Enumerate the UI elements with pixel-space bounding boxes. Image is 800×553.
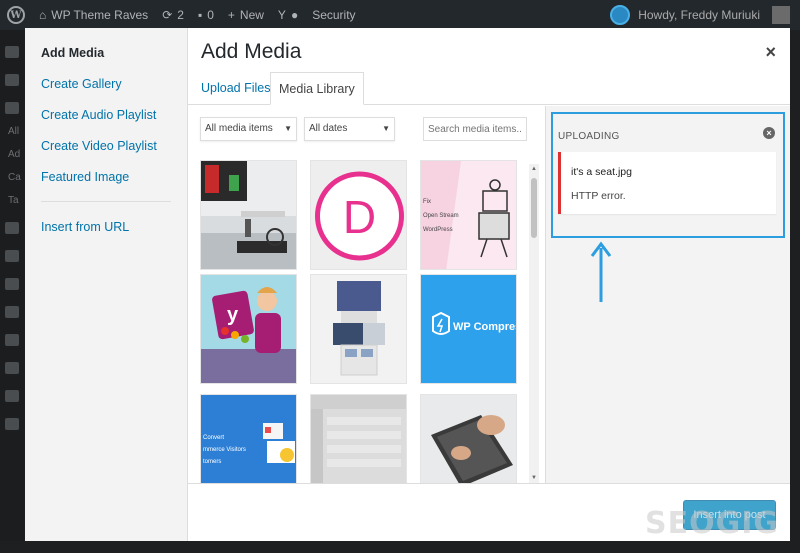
- date-filter-value: All dates: [309, 123, 348, 134]
- convert-visitors-graphic: Convert mmerce Visitors tomers: [201, 395, 296, 483]
- site-name-menu[interactable]: ⌂ WP Theme Raves: [32, 0, 155, 30]
- security-label: Security: [312, 8, 356, 22]
- scroll-down-icon[interactable]: ▼: [531, 475, 537, 481]
- desk-computer-photo: [201, 161, 296, 269]
- upload-error: it's a seat.jpg HTTP error.: [558, 152, 776, 214]
- mobile-screens-image: [311, 275, 406, 383]
- sidebar-text-add: Ad: [8, 149, 21, 160]
- attachments-toolbar: All media items ▼ All dates ▼: [188, 106, 545, 150]
- upload-error-message: HTTP error.: [571, 190, 626, 202]
- site-name: WP Theme Raves: [51, 8, 149, 22]
- divi-logo-image: D: [311, 161, 406, 269]
- attachment-thumbnail[interactable]: Fix Open Stream WordPress: [420, 160, 517, 270]
- modal-content: All media items ▼ All dates ▼ Search med…: [25, 28, 790, 541]
- updates-count: 2: [177, 8, 184, 22]
- chevron-down-icon: ▼: [382, 124, 390, 133]
- pages-icon: [5, 250, 19, 262]
- tools-icon: [5, 390, 19, 402]
- new-label: New: [239, 8, 264, 22]
- uploading-title: Uploading: [558, 131, 620, 142]
- sidebar-text-all: All: [8, 126, 20, 137]
- sidebar-text-categories: Ca: [8, 172, 21, 183]
- yoast-menu[interactable]: Y ●: [271, 0, 305, 30]
- watermark-logo: SEOGIG: [645, 506, 780, 541]
- dismiss-errors-icon[interactable]: ×: [763, 127, 775, 139]
- home-icon: ⌂: [39, 8, 47, 22]
- wordpress-icon: W: [7, 6, 25, 24]
- mail-icon: [5, 334, 19, 346]
- settings-icon: [5, 418, 19, 430]
- wp-compress-label: WP Compress: [453, 321, 517, 333]
- attachment-thumbnail[interactable]: [200, 160, 297, 270]
- chevron-down-icon: ▼: [284, 124, 292, 133]
- comments-icon: [5, 278, 19, 290]
- comments-menu[interactable]: ▪ 0: [191, 0, 221, 30]
- avatar[interactable]: [772, 6, 790, 24]
- thumb-text-line: WordPress: [423, 227, 453, 233]
- search-media-input[interactable]: [423, 117, 527, 141]
- attachment-thumbnail[interactable]: [310, 394, 407, 483]
- svg-text:y: y: [227, 304, 239, 326]
- sidebar-text-tags: Ta: [8, 195, 19, 206]
- media-icon: [5, 222, 19, 234]
- comments-count: 0: [207, 8, 214, 22]
- scroll-up-icon[interactable]: ▲: [531, 166, 537, 172]
- stats-icon: [5, 74, 19, 86]
- plus-icon: +: [227, 8, 235, 22]
- arrow-up-icon: [590, 241, 612, 302]
- upload-file-name: it's a seat.jpg: [571, 166, 632, 178]
- thumb-text-line: Open Stream: [423, 213, 459, 219]
- wp-logo-menu[interactable]: W: [0, 0, 32, 30]
- security-menu[interactable]: Security: [305, 0, 362, 30]
- grid-scrollbar[interactable]: ▲ ▼: [529, 164, 539, 483]
- media-type-filter[interactable]: All media items ▼: [200, 117, 297, 141]
- shield-icon: [5, 362, 19, 374]
- admin-bar: W ⌂ WP Theme Raves ⟳ 2 ▪ 0 + New Y ● Sec…: [0, 0, 800, 30]
- wp-admin-sidebar: All Ad Ca Ta: [0, 30, 24, 553]
- attachment-thumbnail[interactable]: [420, 394, 517, 483]
- attachments-grid: D Fix Open Stream WordPress y WP Compre …: [188, 150, 545, 483]
- forms-icon: [5, 306, 19, 318]
- attachment-thumbnail[interactable]: D: [310, 160, 407, 270]
- attachment-thumbnail[interactable]: WP Compress: [420, 274, 517, 384]
- wp-compress-graphic: WP Compress: [421, 275, 517, 383]
- thumb-text-line: tomers: [203, 459, 221, 465]
- thumb-text-line: Convert: [203, 435, 224, 441]
- attachment-thumbnail[interactable]: Convert mmerce Visitors tomers: [200, 394, 297, 483]
- open-stream-illustration: Fix Open Stream WordPress: [421, 161, 516, 269]
- laptop-typing-photo: [421, 395, 516, 483]
- globe-icon[interactable]: [610, 5, 631, 25]
- divi-letter: D: [343, 191, 376, 243]
- pin-icon: [5, 102, 19, 114]
- attachment-thumbnail[interactable]: y: [200, 274, 297, 384]
- greeting[interactable]: Howdy, Freddy Muriuki: [638, 8, 760, 22]
- media-type-value: All media items: [205, 123, 273, 134]
- dashboard-icon: [5, 46, 19, 58]
- thumb-text-line: mmerce Visitors: [203, 447, 246, 453]
- date-filter[interactable]: All dates ▼: [304, 117, 395, 141]
- page-bottom-strip: [0, 541, 800, 553]
- status-dot-icon: ●: [290, 8, 299, 22]
- comment-icon: ▪: [197, 8, 203, 22]
- new-content-menu[interactable]: + New: [221, 0, 271, 30]
- yoast-illustration: y: [201, 275, 296, 383]
- yoast-icon: Y: [277, 8, 286, 22]
- attachment-thumbnail[interactable]: [310, 274, 407, 384]
- thumb-text-line: Fix: [423, 199, 431, 205]
- updates-menu[interactable]: ⟳ 2: [155, 0, 191, 30]
- scrollbar-thumb[interactable]: [531, 178, 537, 238]
- updates-icon: ⟳: [162, 8, 173, 22]
- dashboard-screenshot: [311, 395, 406, 483]
